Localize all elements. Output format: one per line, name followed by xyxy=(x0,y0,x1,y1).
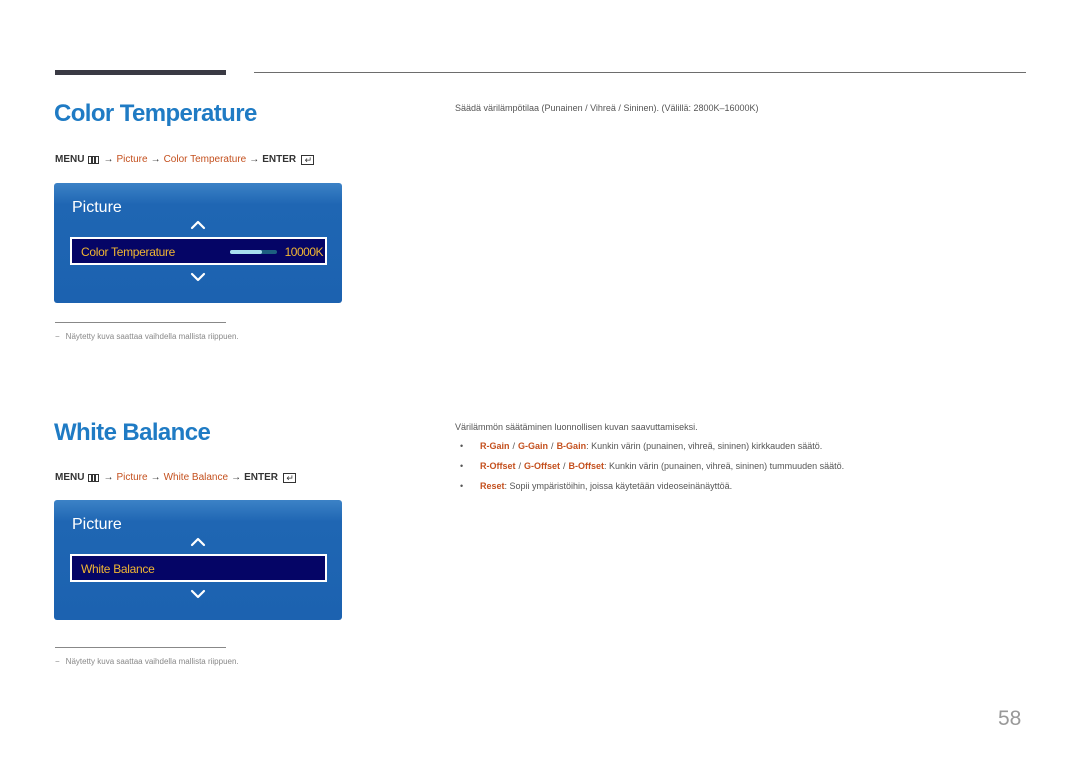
option-term: R-Gain xyxy=(480,441,510,451)
footnote-white-balance: − Näytetty kuva saattaa vaihdella mallist… xyxy=(55,657,239,666)
section-title-color-temperature: Color Temperature xyxy=(54,100,257,127)
footnote-text: Näytetty kuva saattaa vaihdella mallista… xyxy=(65,657,239,666)
chevron-up-icon[interactable] xyxy=(190,536,206,548)
arrow-icon: → xyxy=(103,154,114,165)
bullet-icon: • xyxy=(460,441,464,451)
menu-keyword: MENU xyxy=(55,154,85,165)
option-term: R-Offset xyxy=(480,461,516,471)
option-term: G-Offset xyxy=(524,461,561,471)
arrow-icon: → xyxy=(150,472,161,483)
arrow-icon: → xyxy=(249,154,260,165)
slider-fill xyxy=(230,250,262,254)
menu-keyword: MENU xyxy=(55,472,85,483)
term-separator: / xyxy=(563,461,566,471)
header-rule-thin xyxy=(254,72,1026,73)
menu-path-white-balance: MENU → Picture → White Balance → ENTER ↵ xyxy=(55,472,296,483)
enter-icon: ↵ xyxy=(282,472,296,483)
osd-item-value: 10000K xyxy=(284,245,324,259)
footnote-dash: − xyxy=(55,657,60,666)
option-term: B-Gain xyxy=(556,441,587,451)
menu-icon xyxy=(88,155,100,164)
white-balance-options-list: • R-Gain / G-Gain / B-Gain: Kunkin värin (pun… xyxy=(460,441,844,501)
arrow-icon: → xyxy=(103,472,114,483)
menu-path-white-balance-item[interactable]: White Balance xyxy=(164,472,228,483)
header-rule-thick xyxy=(55,70,226,75)
osd-title: Picture xyxy=(72,199,122,216)
color-temperature-slider[interactable] xyxy=(230,250,277,254)
footnote-color-temperature: − Näytetty kuva saattaa vaihdella mallist… xyxy=(55,332,239,341)
option-term: B-Offset xyxy=(568,461,605,471)
footnote-dash: − xyxy=(55,332,60,341)
menu-icon xyxy=(88,473,100,482)
option-list-item: • Reset: Sopii ympäristöihin, joissa käyt… xyxy=(460,481,844,501)
footnote-divider xyxy=(55,647,226,648)
menu-path-picture[interactable]: Picture xyxy=(116,154,147,165)
osd-selected-item-white-balance[interactable]: White Balance xyxy=(70,554,327,582)
page-number: 58 xyxy=(998,707,1022,730)
osd-picture-menu-color-temperature: Picture Color Temperature 10000K xyxy=(54,183,342,303)
option-list-item: • R-Offset / G-Offset / B-Offset: Kunkin väri… xyxy=(460,461,844,481)
menu-path-color-temperature: MENU → Picture → Color Temperature → ENT… xyxy=(55,154,315,165)
menu-path-picture[interactable]: Picture xyxy=(116,472,147,483)
osd-selected-item-color-temperature[interactable]: Color Temperature 10000K xyxy=(70,237,327,265)
option-description: : Kunkin värin (punainen, vihreä, sinine… xyxy=(586,441,823,451)
term-separator: / xyxy=(518,461,522,471)
enter-keyword: ENTER xyxy=(244,472,278,483)
osd-item-label: Color Temperature xyxy=(81,245,176,259)
chevron-down-icon[interactable] xyxy=(190,588,206,600)
footnote-divider xyxy=(55,322,226,323)
section-title-white-balance: White Balance xyxy=(54,419,211,446)
option-term: Reset xyxy=(480,481,505,491)
term-separator: / xyxy=(551,441,554,451)
bullet-icon: • xyxy=(460,481,464,491)
option-description: : Sopii ympäristöihin, joissa käytetään … xyxy=(504,481,733,491)
option-list-item: • R-Gain / G-Gain / B-Gain: Kunkin värin (pun… xyxy=(460,441,844,461)
enter-icon: ↵ xyxy=(301,154,315,165)
arrow-icon: → xyxy=(231,472,242,483)
chevron-up-icon[interactable] xyxy=(190,219,206,231)
arrow-icon: → xyxy=(150,154,161,165)
menu-path-color-temperature-item[interactable]: Color Temperature xyxy=(164,154,247,165)
osd-title: Picture xyxy=(72,516,122,533)
description-color-temperature: Säädä värilämpötilaa (Punainen / Vihreä … xyxy=(455,103,759,113)
term-separator: / xyxy=(512,441,516,451)
option-description: : Kunkin värin (punainen, vihreä, sinine… xyxy=(604,461,845,471)
osd-item-label: White Balance xyxy=(81,562,155,576)
footnote-text: Näytetty kuva saattaa vaihdella mallista… xyxy=(65,332,239,341)
chevron-down-icon[interactable] xyxy=(190,271,206,283)
enter-keyword: ENTER xyxy=(262,154,297,165)
option-term: G-Gain xyxy=(518,441,549,451)
description-white-balance: Värilämmön säätäminen luonnollisen kuvan… xyxy=(455,422,698,432)
osd-picture-menu-white-balance: Picture White Balance xyxy=(54,500,342,620)
bullet-icon: • xyxy=(460,461,464,471)
